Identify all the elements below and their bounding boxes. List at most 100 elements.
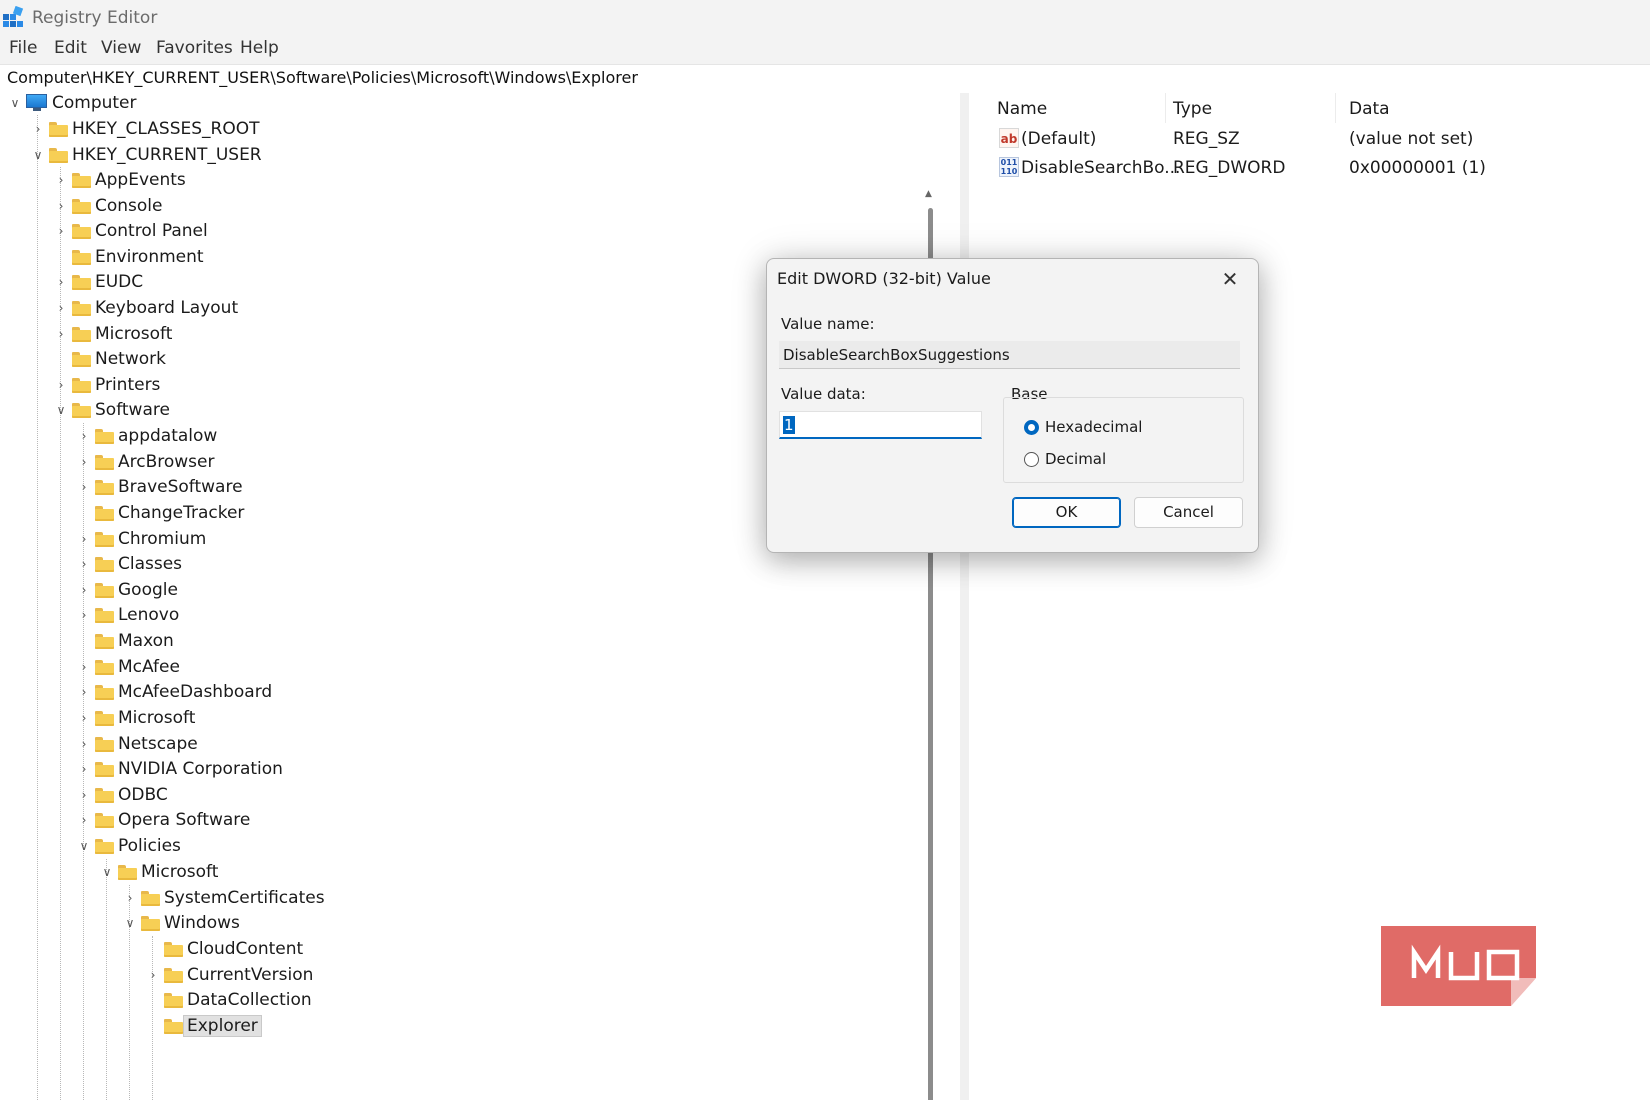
tree-node-hkcr[interactable]: › HKEY_CLASSES_ROOT — [27, 116, 260, 142]
tree-node-printers[interactable]: › Printers — [50, 372, 161, 398]
menu-help[interactable]: Help — [240, 38, 279, 58]
chevron-right-icon[interactable]: › — [50, 193, 72, 219]
tree-node-computer[interactable]: ∨ Computer — [4, 93, 137, 116]
tree-label: Lenovo — [118, 605, 180, 625]
chevron-down-icon[interactable]: ∨ — [119, 910, 141, 936]
value-data-input[interactable]: 1 — [779, 411, 982, 439]
menu-edit[interactable]: Edit — [54, 38, 87, 58]
tree-node-systemcertificates[interactable]: › SystemCertificates — [119, 885, 325, 911]
tree-node-environment[interactable]: Environment — [50, 244, 204, 270]
column-header-type[interactable]: Type — [1173, 99, 1212, 119]
chevron-right-icon[interactable]: › — [73, 756, 95, 782]
menu-favorites[interactable]: Favorites — [156, 38, 233, 58]
chevron-down-icon[interactable]: ∨ — [4, 93, 26, 116]
tree-node-odbc[interactable]: › ODBC — [73, 782, 168, 808]
address-bar[interactable]: Computer\HKEY_CURRENT_USER\Software\Poli… — [0, 64, 1650, 94]
tree-node-arcbrowser[interactable]: › ArcBrowser — [73, 449, 215, 475]
chevron-right-icon[interactable]: › — [73, 577, 95, 603]
radio-hexadecimal[interactable]: Hexadecimal — [1024, 418, 1142, 436]
tree-node-opera[interactable]: › Opera Software — [73, 807, 251, 833]
chevron-down-icon[interactable]: ∨ — [50, 397, 72, 423]
chevron-right-icon[interactable]: › — [50, 372, 72, 398]
tree-node-cloudcontent[interactable]: CloudContent — [142, 936, 303, 962]
tree-node-appdatalow[interactable]: › appdatalow — [73, 423, 218, 449]
tree-node-keyboard-layout[interactable]: › Keyboard Layout — [50, 295, 239, 321]
chevron-down-icon[interactable]: ∨ — [96, 859, 118, 885]
chevron-right-icon[interactable]: › — [73, 423, 95, 449]
chevron-right-icon[interactable]: › — [73, 807, 95, 833]
tree-node-eudc[interactable]: › EUDC — [50, 269, 144, 295]
chevron-right-icon[interactable]: › — [73, 602, 95, 628]
chevron-right-icon[interactable]: › — [73, 679, 95, 705]
column-header-name[interactable]: Name — [997, 99, 1047, 119]
tree-node-chromium[interactable]: › Chromium — [73, 526, 207, 552]
chevron-right-icon[interactable]: › — [73, 731, 95, 757]
tree-node-software[interactable]: ∨ Software — [50, 397, 170, 423]
chevron-right-icon[interactable]: › — [50, 167, 72, 193]
tree-node-network[interactable]: Network — [50, 346, 166, 372]
column-separator[interactable] — [1335, 93, 1336, 123]
folder-icon — [95, 659, 114, 675]
chevron-right-icon[interactable]: › — [27, 116, 49, 142]
tree-node-mcafeedashboard[interactable]: › McAfeeDashboard — [73, 679, 273, 705]
tree-node-currentversion[interactable]: › CurrentVersion — [142, 962, 314, 988]
tree-node-console[interactable]: › Console — [50, 193, 163, 219]
tree-node-appevents[interactable]: › AppEvents — [50, 167, 186, 193]
address-path[interactable]: Computer\HKEY_CURRENT_USER\Software\Poli… — [7, 68, 638, 87]
folder-icon — [95, 582, 114, 598]
chevron-down-icon[interactable]: ∨ — [27, 142, 49, 168]
tree-node-policies-microsoft[interactable]: ∨ Microsoft — [96, 859, 219, 885]
chevron-right-icon[interactable]: › — [73, 705, 95, 731]
chevron-right-icon[interactable]: › — [142, 962, 164, 988]
radio-decimal[interactable]: Decimal — [1024, 450, 1106, 468]
tree-node-changetracker[interactable]: ChangeTracker — [73, 500, 244, 526]
ok-button[interactable]: OK — [1012, 497, 1121, 528]
key-tree[interactable]: ∨ Computer › HKEY_CLASSES_ROOT ∨ HKEY_CU… — [0, 93, 960, 1100]
tree-node-policies[interactable]: ∨ Policies — [73, 833, 181, 859]
chevron-right-icon[interactable]: › — [50, 218, 72, 244]
menu-view[interactable]: View — [101, 38, 141, 58]
tree-node-datacollection[interactable]: DataCollection — [142, 987, 312, 1013]
chevron-right-icon[interactable]: › — [73, 449, 95, 475]
tree-node-bravesoftware[interactable]: › BraveSoftware — [73, 474, 243, 500]
tree-node-hkcu[interactable]: ∨ HKEY_CURRENT_USER — [27, 142, 262, 168]
chevron-right-icon[interactable]: › — [73, 782, 95, 808]
cancel-button[interactable]: Cancel — [1134, 497, 1243, 528]
folder-icon — [95, 761, 114, 777]
tree-node-google[interactable]: › Google — [73, 577, 178, 603]
radio-unchecked-icon[interactable] — [1024, 451, 1039, 467]
column-header-data[interactable]: Data — [1349, 99, 1390, 119]
chevron-right-icon[interactable]: › — [50, 295, 72, 321]
chevron-right-icon[interactable]: › — [73, 474, 95, 500]
values-list[interactable]: Name Type Data ab (Default) REG_SZ (valu… — [969, 93, 1650, 1100]
column-separator[interactable] — [1165, 93, 1166, 123]
scroll-up-icon[interactable]: ▲ — [925, 189, 932, 199]
chevron-down-icon[interactable]: ∨ — [73, 833, 95, 859]
tree-node-mcafee[interactable]: › McAfee — [73, 654, 180, 680]
chevron-right-icon[interactable]: › — [50, 321, 72, 347]
tree-node-microsoft[interactable]: › Microsoft — [50, 321, 173, 347]
tree-node-nvidia[interactable]: › NVIDIA Corporation — [73, 756, 283, 782]
tree-node-software-microsoft[interactable]: › Microsoft — [73, 705, 196, 731]
tree-node-netscape[interactable]: › Netscape — [73, 731, 198, 757]
close-icon[interactable]: ✕ — [1214, 265, 1246, 293]
value-data-text[interactable]: 1 — [783, 416, 795, 434]
tree-node-lenovo[interactable]: › Lenovo — [73, 602, 180, 628]
chevron-right-icon[interactable]: › — [50, 269, 72, 295]
tree-node-classes[interactable]: › Classes — [73, 551, 182, 577]
pane-splitter[interactable] — [960, 93, 969, 1100]
folder-icon — [164, 941, 183, 957]
chevron-right-icon[interactable]: › — [73, 654, 95, 680]
chevron-right-icon[interactable]: › — [73, 526, 95, 552]
tree-node-maxon[interactable]: Maxon — [73, 628, 174, 654]
value-row-default[interactable]: ab (Default) REG_SZ (value not set) — [997, 126, 1650, 154]
chevron-right-icon[interactable]: › — [119, 885, 141, 911]
tree-node-control-panel[interactable]: › Control Panel — [50, 218, 208, 244]
radio-checked-icon[interactable] — [1024, 419, 1039, 435]
value-row-disablesearchbox[interactable]: 011 110 DisableSearchBo... REG_DWORD 0x00… — [997, 155, 1650, 183]
chevron-right-icon[interactable]: › — [73, 551, 95, 577]
string-value-icon: ab — [999, 128, 1019, 148]
tree-node-explorer[interactable]: Explorer — [142, 1013, 262, 1039]
tree-node-windows[interactable]: ∨ Windows — [119, 910, 240, 936]
menu-file[interactable]: File — [9, 38, 37, 58]
